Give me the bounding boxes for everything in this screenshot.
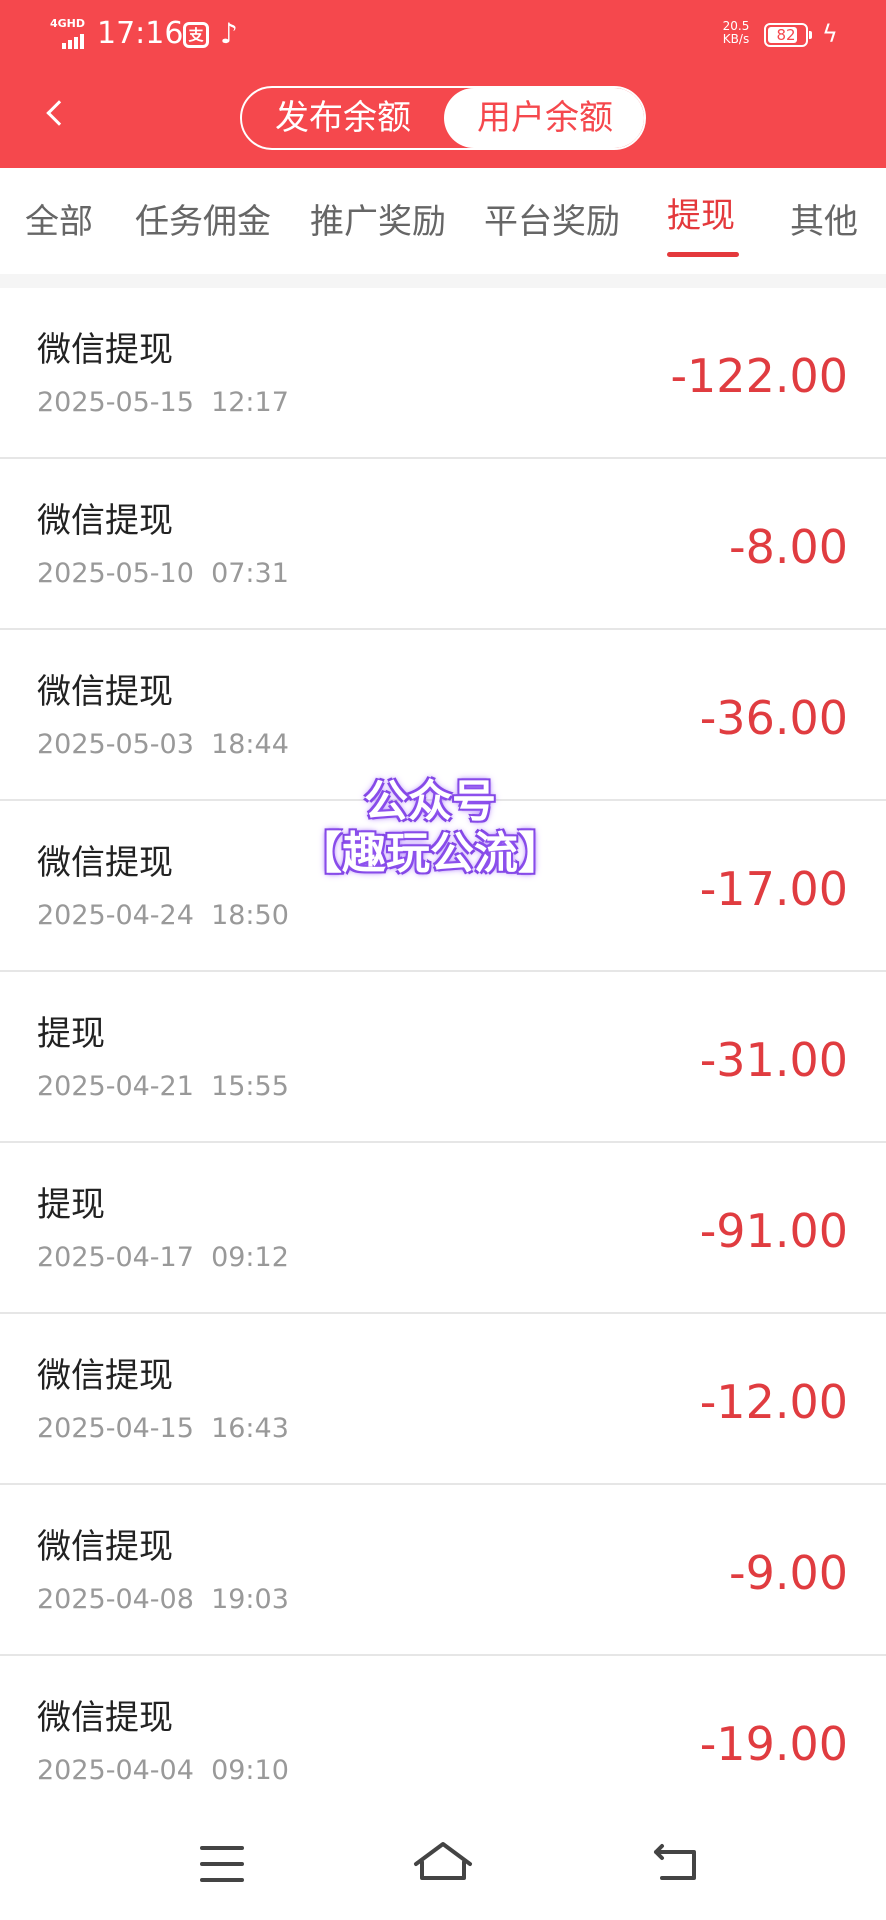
network-type: 4GHD [50,17,86,30]
segment-publish-balance[interactable]: 发布余额 [242,88,444,148]
charging-icon: ϟ [822,20,838,48]
record-amount: -17.00 [699,862,848,916]
tab-task-commission[interactable]: 任务佣金 [135,200,271,244]
menu-icon[interactable] [200,1844,244,1884]
balance-segmented-control: 发布余额 用户余额 [240,86,646,150]
record-time: 2025-04-08 19:03 [37,1584,289,1615]
tab-withdraw[interactable]: 提现 [667,194,735,238]
record-amount: -9.00 [728,1546,848,1600]
signal-icon: 4GHD [50,18,92,52]
list-item[interactable]: 提现 2025-04-17 09:12 -91.00 [0,1143,886,1314]
tiktok-icon: ♪ [220,17,238,50]
record-time: 2025-04-04 09:10 [37,1755,289,1786]
back-button[interactable] [38,92,78,138]
record-title: 微信提现 [37,672,173,712]
record-time: 2025-04-17 09:12 [37,1242,289,1273]
record-title: 微信提现 [37,1356,173,1396]
tab-promotion-reward[interactable]: 推广奖励 [310,200,446,244]
network-speed: 20.5 KB/s [718,20,754,46]
record-title: 微信提现 [37,1698,173,1738]
active-tab-indicator [667,252,739,257]
tab-all[interactable]: 全部 [25,200,93,244]
list-item[interactable]: 提现 2025-04-21 15:55 -31.00 [0,972,886,1143]
list-item[interactable]: 微信提现 2025-04-08 19:03 -9.00 [0,1485,886,1656]
segment-user-balance[interactable]: 用户余额 [444,88,644,148]
battery-icon: 82 [764,23,812,47]
list-item[interactable]: 微信提现 2025-04-15 16:43 -12.00 [0,1314,886,1485]
record-amount: -12.00 [699,1375,848,1429]
back-nav-icon[interactable] [652,1840,700,1884]
tab-platform-reward[interactable]: 平台奖励 [484,200,620,244]
record-amount: -36.00 [699,691,848,745]
list-item[interactable]: 微信提现 2025-05-03 18:44 -36.00 [0,630,886,801]
list-item[interactable]: 微信提现 2025-04-04 09:10 -19.00 [0,1656,886,1827]
record-time: 2025-04-21 15:55 [37,1071,289,1102]
record-time: 2025-05-15 12:17 [37,387,289,418]
withdraw-record-list: 微信提现 2025-05-15 12:17 -122.00 微信提现 2025-… [0,288,886,1827]
alipay-icon: 支 [183,22,209,48]
record-title: 微信提现 [37,330,173,370]
section-divider [0,274,886,288]
record-time: 2025-05-10 07:31 [37,558,289,589]
category-tabs: 全部 任务佣金 推广奖励 平台奖励 提现 其他 [0,168,886,274]
tab-other[interactable]: 其他 [790,200,858,244]
record-title: 微信提现 [37,1527,173,1567]
list-item[interactable]: 微信提现 2025-05-15 12:17 -122.00 [0,288,886,459]
record-amount: -19.00 [699,1717,848,1771]
system-nav-bar [0,1810,886,1920]
record-title: 提现 [37,1014,105,1054]
header-bar: 4GHD 17:16 支 ♪ 20.5 KB/s 82 ϟ 发布余额 用户余额 [0,0,886,168]
record-amount: -122.00 [670,349,848,403]
record-title: 微信提现 [37,501,173,541]
chevron-left-icon [46,100,72,126]
list-item[interactable]: 微信提现 2025-05-10 07:31 -8.00 [0,459,886,630]
record-amount: -31.00 [699,1033,848,1087]
status-bar: 4GHD 17:16 支 ♪ 20.5 KB/s 82 ϟ [0,0,886,70]
record-title: 微信提现 [37,843,173,883]
record-title: 提现 [37,1185,105,1225]
home-icon[interactable] [412,1838,474,1886]
battery-level: 82 [776,26,796,44]
list-item[interactable]: 微信提现 2025-04-24 18:50 -17.00 [0,801,886,972]
record-time: 2025-04-24 18:50 [37,900,289,931]
record-time: 2025-05-03 18:44 [37,729,289,760]
record-amount: -8.00 [728,520,848,574]
network-speed-unit: KB/s [722,32,750,46]
record-time: 2025-04-15 16:43 [37,1413,289,1444]
status-time: 17:16 [97,16,184,51]
record-amount: -91.00 [699,1204,848,1258]
